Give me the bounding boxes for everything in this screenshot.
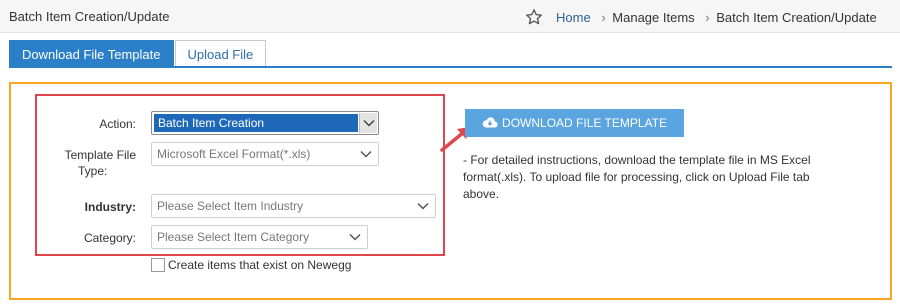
template-file-type-label: Template File Type: <box>40 147 136 179</box>
breadcrumb-item-manage-items: Manage Items <box>612 10 695 25</box>
industry-placeholder: Please Select Item Industry <box>157 199 304 213</box>
create-existing-label[interactable]: Create items that exist on Newegg <box>168 258 351 272</box>
action-select-value: Batch Item Creation <box>154 114 358 132</box>
create-existing-checkbox[interactable] <box>151 258 165 272</box>
tab-bar: Download File Template Upload File <box>9 40 267 67</box>
breadcrumb-separator: › <box>601 10 606 25</box>
page-title: Batch Item Creation/Update <box>9 9 170 24</box>
template-file-type-label-line2: Type: <box>78 164 108 178</box>
breadcrumb: Home › Manage Items › Batch Item Creatio… <box>556 10 877 25</box>
category-label: Category: <box>83 231 136 245</box>
tab-download-file-template[interactable]: Download File Template <box>9 40 174 67</box>
download-file-template-button[interactable]: DOWNLOAD FILE TEMPLATE <box>465 109 684 137</box>
breadcrumb-home-link[interactable]: Home <box>556 10 591 25</box>
action-dropdown-button[interactable] <box>359 113 377 133</box>
chevron-down-icon <box>417 202 429 210</box>
template-file-type-select[interactable]: Microsoft Excel Format(*.xls) <box>151 142 379 166</box>
top-bar: Batch Item Creation/Update Home › Manage… <box>0 0 900 33</box>
chevron-down-icon <box>360 150 372 158</box>
create-existing-row: Create items that exist on Newegg <box>151 258 351 272</box>
action-label: Action: <box>99 117 136 131</box>
action-select[interactable]: Batch Item Creation <box>151 111 379 135</box>
category-select[interactable]: Please Select Item Category <box>151 225 368 249</box>
template-file-type-value: Microsoft Excel Format(*.xls) <box>157 147 311 161</box>
download-button-label: DOWNLOAD FILE TEMPLATE <box>502 116 667 130</box>
star-icon[interactable] <box>525 8 543 26</box>
breadcrumb-item-current: Batch Item Creation/Update <box>716 10 877 25</box>
category-placeholder: Please Select Item Category <box>157 230 310 244</box>
template-file-type-label-line1: Template File <box>64 148 136 162</box>
industry-label: Industry: <box>84 200 136 214</box>
breadcrumb-separator: › <box>705 10 710 25</box>
chevron-down-icon <box>363 119 375 127</box>
download-instructions: - For detailed instructions, download th… <box>463 153 811 201</box>
chevron-down-icon <box>349 233 361 241</box>
tab-underline <box>9 66 892 68</box>
industry-select[interactable]: Please Select Item Industry <box>151 194 436 218</box>
cloud-download-icon <box>482 117 498 128</box>
tab-upload-file[interactable]: Upload File <box>174 40 267 67</box>
